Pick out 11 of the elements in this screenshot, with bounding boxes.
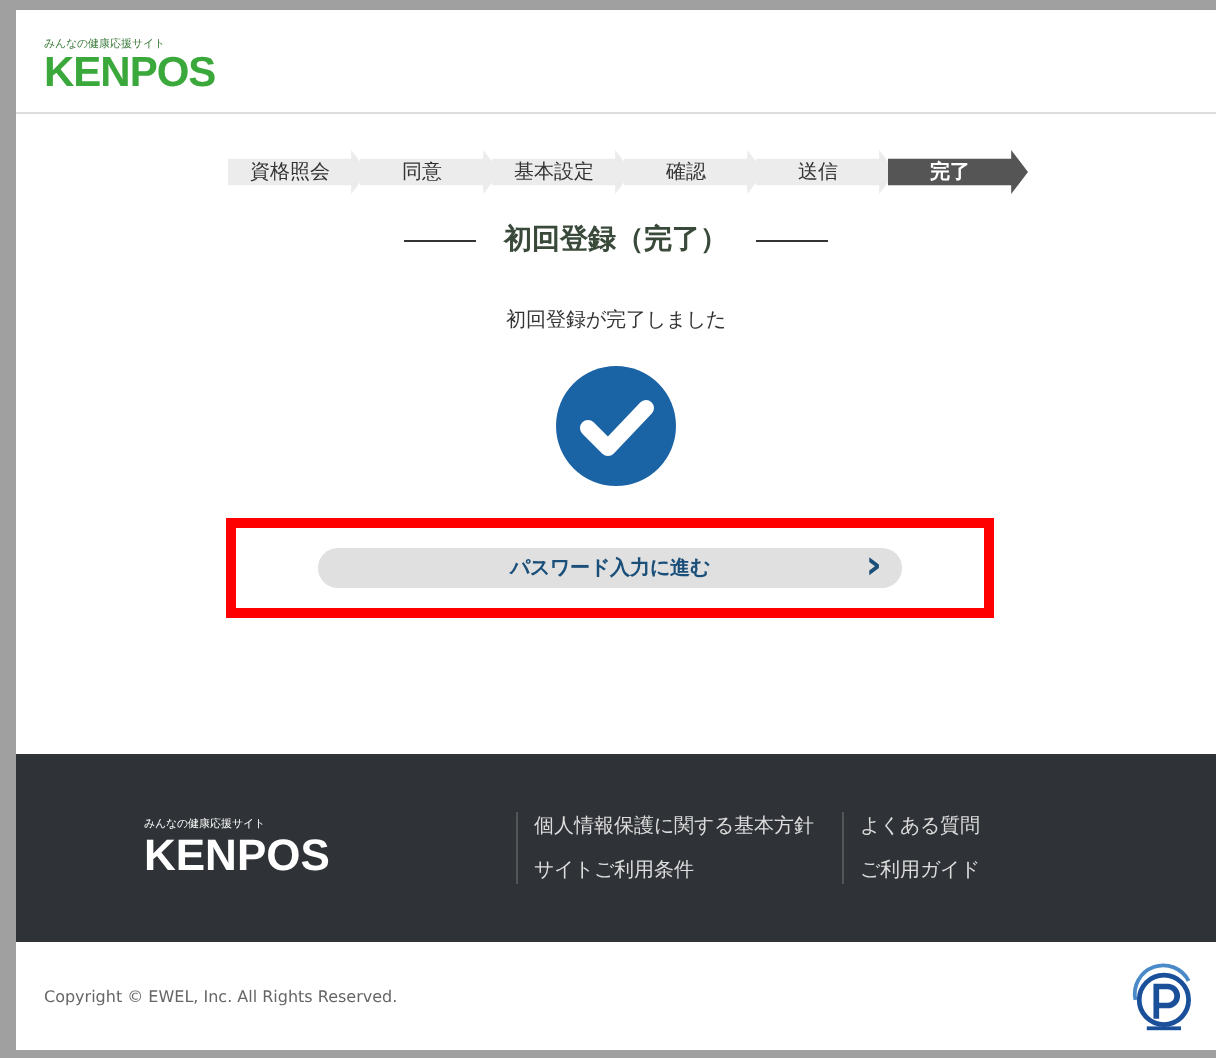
completion-message: 初回登録が完了しました — [506, 307, 726, 334]
copyright-text: Copyright © EWEL, Inc. All Rights Reserved. — [44, 987, 398, 1005]
page-title: 初回登録（完了） — [504, 222, 728, 258]
progress-step: 完了 — [888, 150, 1028, 194]
footer-link[interactable]: サイトご利用条件 — [534, 856, 814, 884]
footer-link[interactable]: ご利用ガイド — [860, 856, 980, 884]
footer-link[interactable]: よくある質問 — [860, 812, 980, 840]
next-button[interactable]: パスワード入力に進む › — [318, 548, 902, 588]
footer-link[interactable]: 個人情報保護に関する基本方針 — [534, 812, 814, 840]
check-circle-icon — [556, 366, 676, 486]
logo[interactable]: KENPOS — [144, 832, 516, 880]
